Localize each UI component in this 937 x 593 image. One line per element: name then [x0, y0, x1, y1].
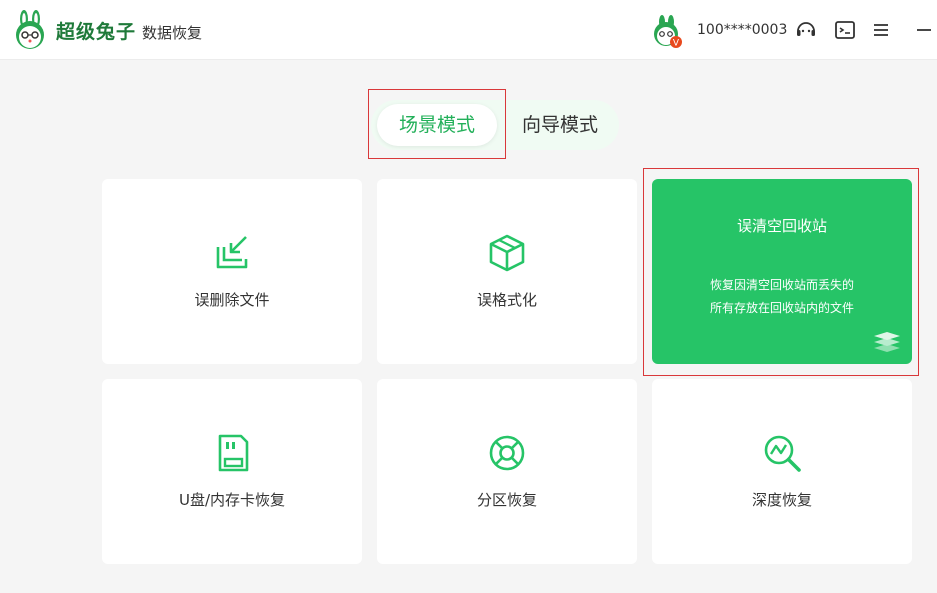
- support-icon: [797, 22, 815, 36]
- recycle-bin-icon: [874, 332, 900, 352]
- user-avatar[interactable]: V: [650, 15, 684, 49]
- card-label: 误删除文件: [194, 291, 270, 309]
- card-label: 误格式化: [476, 291, 537, 309]
- card-label: U盘/内存卡恢复: [178, 491, 286, 509]
- card-description: 恢复因清空回收站而丢失的 所有存放在回收站内的文件: [652, 274, 912, 320]
- tab-scene-mode[interactable]: 场景模式: [377, 104, 497, 146]
- card-deleted-files[interactable]: 误删除文件: [102, 179, 362, 364]
- minimize-icon: [917, 29, 931, 31]
- card-partition[interactable]: 分区恢复: [377, 379, 637, 564]
- card-description-line: 恢复因清空回收站而丢失的: [709, 278, 854, 292]
- support-button[interactable]: [794, 18, 818, 42]
- deep-scan-icon: [764, 435, 801, 472]
- title-bar: 超级兔子 数据恢复 V 100****0003: [0, 0, 937, 60]
- menu-button[interactable]: [869, 18, 893, 42]
- sd-card-icon: [218, 434, 249, 472]
- card-description-line: 所有存放在回收站内的文件: [709, 301, 854, 315]
- mode-switch: 场景模式 向导模式: [371, 100, 619, 150]
- card-deep-recovery[interactable]: 深度恢复: [652, 379, 912, 564]
- file-restore-icon: [216, 236, 248, 269]
- brand-subtitle: 数据恢复: [142, 24, 203, 42]
- brand-name: 超级兔子: [56, 21, 137, 43]
- card-formatted[interactable]: 误格式化: [377, 179, 637, 364]
- card-title: 误清空回收站: [736, 217, 827, 235]
- brand: 超级兔子 数据恢复: [56, 17, 202, 45]
- feedback-icon: [835, 21, 855, 39]
- menu-icon: [874, 24, 888, 36]
- cube-icon: [489, 234, 525, 272]
- minimize-button[interactable]: [912, 18, 936, 42]
- tab-wizard-mode[interactable]: 向导模式: [507, 104, 613, 146]
- card-label: 深度恢复: [751, 491, 812, 509]
- user-id: 100****0003: [697, 22, 788, 38]
- avatar-rabbit-icon: V: [654, 15, 682, 49]
- rabbit-logo-icon: [16, 10, 44, 49]
- feedback-button[interactable]: [833, 18, 857, 42]
- card-recycle-bin[interactable]: 误清空回收站 恢复因清空回收站而丢失的 所有存放在回收站内的文件: [652, 179, 912, 364]
- partition-icon: [489, 435, 525, 471]
- card-usb-sd[interactable]: U盘/内存卡恢复: [102, 379, 362, 564]
- vip-badge: V: [673, 39, 680, 49]
- card-label: 分区恢复: [476, 491, 537, 509]
